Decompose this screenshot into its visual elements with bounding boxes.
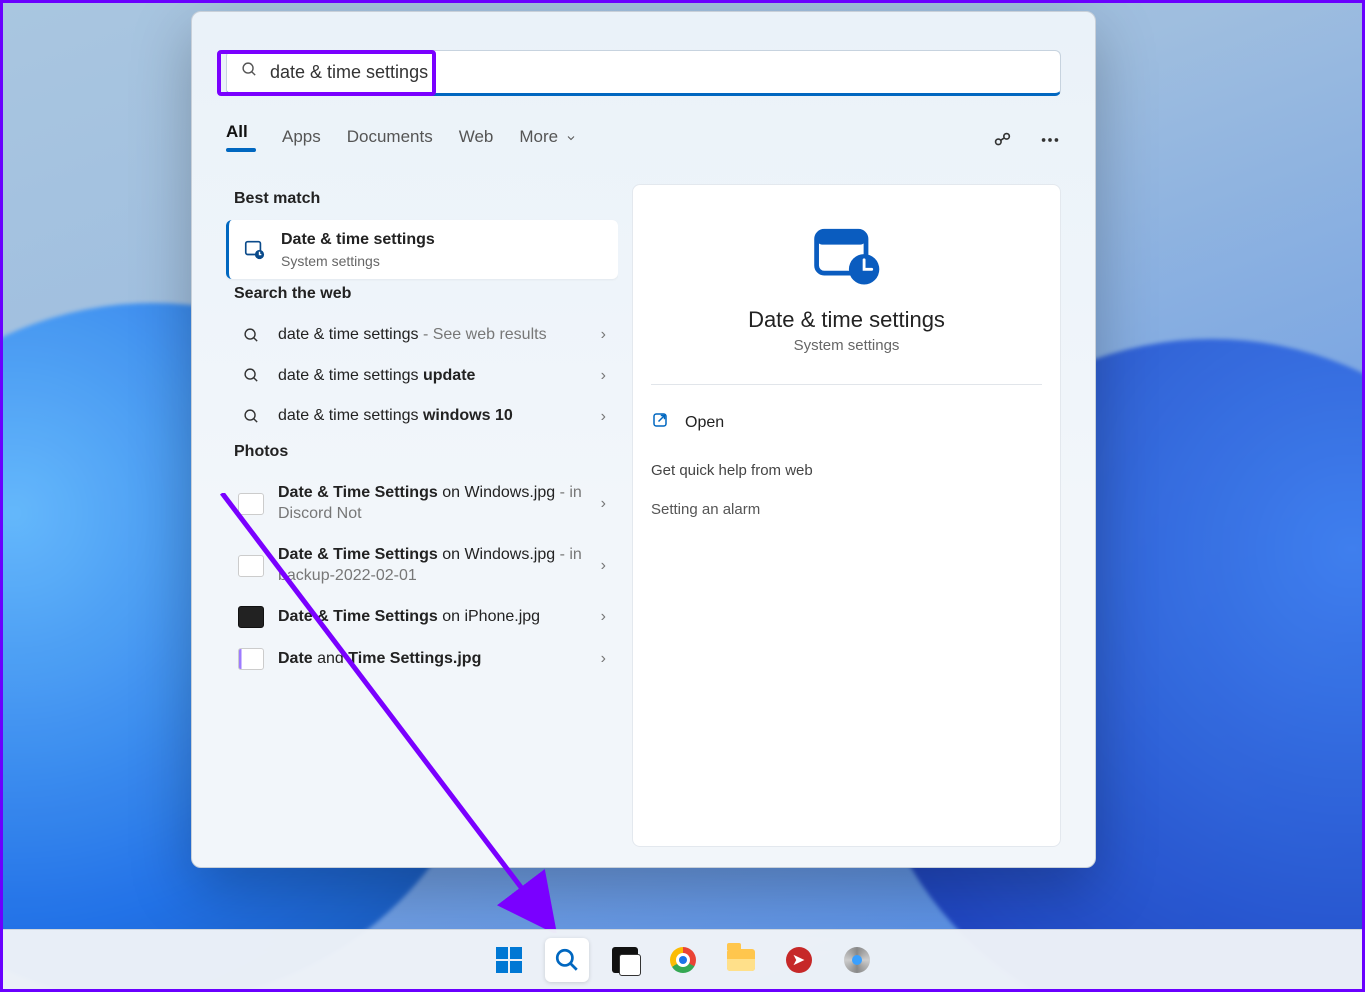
open-action[interactable]: Open (651, 407, 1042, 438)
chevron-right-icon: › (601, 408, 606, 426)
chevron-right-icon: › (601, 650, 606, 668)
search-icon (241, 61, 258, 83)
web-result[interactable]: date & time settings update › (226, 356, 618, 397)
start-button[interactable] (487, 938, 531, 982)
more-options-icon[interactable] (1039, 129, 1061, 156)
photo-result[interactable]: Date & Time Settings on Windows.jpg - in… (226, 535, 618, 597)
photo-thumb-icon (238, 648, 264, 670)
photo-result[interactable]: Date and Time Settings.jpg › (226, 638, 618, 680)
chrome-button[interactable] (661, 938, 705, 982)
photo-thumb-icon (238, 606, 264, 628)
search-icon (238, 327, 264, 344)
web-result[interactable]: date & time settings - See web results › (226, 315, 618, 356)
gear-icon (844, 947, 870, 973)
open-icon (651, 411, 669, 434)
chevron-right-icon: › (601, 326, 606, 344)
preview-title: Date & time settings (651, 307, 1042, 333)
web-result[interactable]: date & time settings windows 10 › (226, 396, 618, 437)
search-icon (554, 947, 580, 973)
photo-result[interactable]: Date & Time Settings on Windows.jpg - in… (226, 473, 618, 535)
search-box[interactable] (226, 50, 1061, 96)
best-match-subtitle: System settings (281, 253, 606, 269)
open-label: Open (685, 414, 724, 432)
photo-thumb-icon (238, 493, 264, 515)
section-search-web: Search the web (234, 285, 610, 303)
tab-documents[interactable]: Documents (347, 127, 433, 157)
chrome-icon (670, 947, 696, 973)
lips-icon: ➤ (786, 947, 812, 973)
chevron-right-icon: › (601, 495, 606, 513)
search-input[interactable] (270, 62, 1046, 83)
chevron-right-icon: › (601, 608, 606, 626)
datetime-settings-icon (809, 225, 885, 287)
datetime-settings-icon (241, 238, 267, 260)
windows-logo-icon (496, 947, 522, 973)
search-taskbar-button[interactable] (545, 938, 589, 982)
chevron-right-icon: › (601, 367, 606, 385)
best-match-title: Date & time settings (281, 231, 435, 248)
preview-subtitle: System settings (651, 337, 1042, 354)
tab-web[interactable]: Web (459, 127, 494, 157)
search-panel: All Apps Documents Web More Best match (191, 11, 1096, 868)
folder-icon (727, 949, 755, 971)
search-icon (238, 367, 264, 384)
photo-thumb-icon (238, 555, 264, 577)
tab-apps[interactable]: Apps (282, 127, 321, 157)
taskbar: ➤ (3, 929, 1362, 989)
preview-pane: Date & time settings System settings Ope… (632, 184, 1061, 847)
search-icon (238, 408, 264, 425)
section-best-match: Best match (234, 190, 610, 208)
share-icon[interactable] (991, 129, 1013, 156)
results-column: Best match Date & time settings System s… (226, 184, 618, 847)
file-explorer-button[interactable] (719, 938, 763, 982)
settings-button[interactable] (835, 938, 879, 982)
desktop: All Apps Documents Web More Best match (3, 3, 1362, 989)
tab-more[interactable]: More (519, 127, 576, 157)
tab-all[interactable]: All (226, 122, 256, 162)
divider (651, 384, 1042, 385)
chevron-right-icon: › (601, 557, 606, 575)
help-section-title: Get quick help from web (651, 462, 1042, 479)
result-best-match[interactable]: Date & time settings System settings (226, 220, 618, 279)
app-button[interactable]: ➤ (777, 938, 821, 982)
task-view-icon (612, 947, 638, 973)
section-photos: Photos (234, 443, 610, 461)
task-view-button[interactable] (603, 938, 647, 982)
filter-tabs: All Apps Documents Web More (226, 122, 1061, 162)
help-link[interactable]: Setting an alarm (651, 501, 1042, 518)
chevron-down-icon (565, 132, 577, 144)
photo-result[interactable]: Date & Time Settings on iPhone.jpg › (226, 596, 618, 638)
